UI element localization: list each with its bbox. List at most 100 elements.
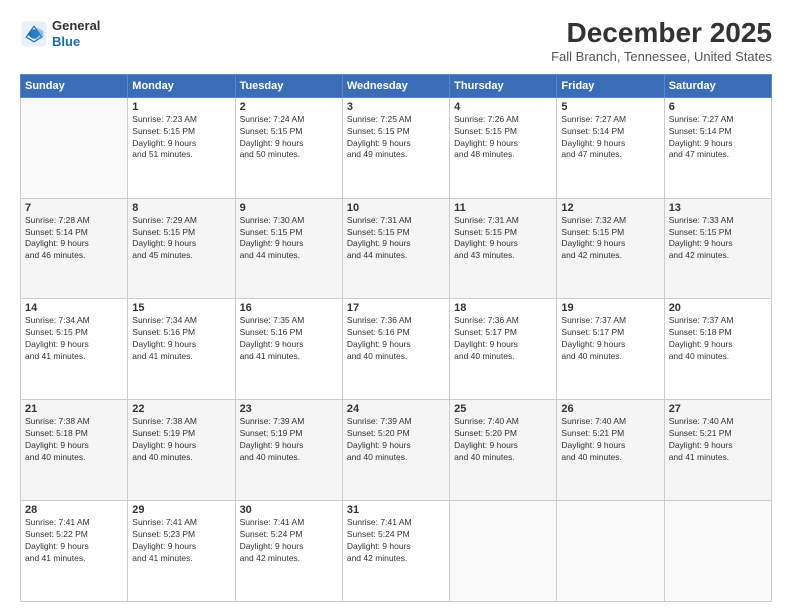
logo-blue: Blue	[52, 34, 100, 50]
day-number: 20	[669, 302, 767, 314]
day-number: 6	[669, 101, 767, 113]
day-info: Sunrise: 7:32 AMSunset: 5:15 PMDaylight:…	[561, 215, 659, 263]
calendar-header-row: SundayMondayTuesdayWednesdayThursdayFrid…	[21, 74, 772, 97]
calendar-cell: 22Sunrise: 7:38 AMSunset: 5:19 PMDayligh…	[128, 400, 235, 501]
day-info: Sunrise: 7:41 AMSunset: 5:22 PMDaylight:…	[25, 517, 123, 565]
day-number: 5	[561, 101, 659, 113]
day-info: Sunrise: 7:23 AMSunset: 5:15 PMDaylight:…	[132, 114, 230, 162]
day-number: 14	[25, 302, 123, 314]
day-number: 8	[132, 202, 230, 214]
day-number: 21	[25, 403, 123, 415]
calendar-cell	[557, 501, 664, 602]
calendar-cell: 9Sunrise: 7:30 AMSunset: 5:15 PMDaylight…	[235, 198, 342, 299]
day-header-monday: Monday	[128, 74, 235, 97]
day-header-thursday: Thursday	[450, 74, 557, 97]
calendar-cell: 6Sunrise: 7:27 AMSunset: 5:14 PMDaylight…	[664, 97, 771, 198]
day-number: 7	[25, 202, 123, 214]
calendar-cell: 23Sunrise: 7:39 AMSunset: 5:19 PMDayligh…	[235, 400, 342, 501]
calendar-cell: 11Sunrise: 7:31 AMSunset: 5:15 PMDayligh…	[450, 198, 557, 299]
day-number: 16	[240, 302, 338, 314]
day-info: Sunrise: 7:28 AMSunset: 5:14 PMDaylight:…	[25, 215, 123, 263]
day-number: 23	[240, 403, 338, 415]
day-info: Sunrise: 7:29 AMSunset: 5:15 PMDaylight:…	[132, 215, 230, 263]
day-info: Sunrise: 7:38 AMSunset: 5:18 PMDaylight:…	[25, 416, 123, 464]
calendar-week-3: 14Sunrise: 7:34 AMSunset: 5:15 PMDayligh…	[21, 299, 772, 400]
day-number: 31	[347, 504, 445, 516]
day-header-wednesday: Wednesday	[342, 74, 449, 97]
day-number: 11	[454, 202, 552, 214]
day-number: 18	[454, 302, 552, 314]
day-number: 12	[561, 202, 659, 214]
calendar-cell: 2Sunrise: 7:24 AMSunset: 5:15 PMDaylight…	[235, 97, 342, 198]
calendar-cell: 21Sunrise: 7:38 AMSunset: 5:18 PMDayligh…	[21, 400, 128, 501]
day-number: 29	[132, 504, 230, 516]
calendar-cell: 28Sunrise: 7:41 AMSunset: 5:22 PMDayligh…	[21, 501, 128, 602]
day-info: Sunrise: 7:36 AMSunset: 5:17 PMDaylight:…	[454, 315, 552, 363]
calendar-cell: 15Sunrise: 7:34 AMSunset: 5:16 PMDayligh…	[128, 299, 235, 400]
day-info: Sunrise: 7:33 AMSunset: 5:15 PMDaylight:…	[669, 215, 767, 263]
day-number: 1	[132, 101, 230, 113]
logo-text-block: General Blue	[52, 18, 100, 49]
calendar-cell: 16Sunrise: 7:35 AMSunset: 5:16 PMDayligh…	[235, 299, 342, 400]
calendar-cell	[664, 501, 771, 602]
day-number: 3	[347, 101, 445, 113]
subtitle: Fall Branch, Tennessee, United States	[551, 49, 772, 64]
calendar-week-1: 1Sunrise: 7:23 AMSunset: 5:15 PMDaylight…	[21, 97, 772, 198]
calendar-cell: 17Sunrise: 7:36 AMSunset: 5:16 PMDayligh…	[342, 299, 449, 400]
day-info: Sunrise: 7:40 AMSunset: 5:20 PMDaylight:…	[454, 416, 552, 464]
day-number: 2	[240, 101, 338, 113]
calendar-cell: 18Sunrise: 7:36 AMSunset: 5:17 PMDayligh…	[450, 299, 557, 400]
day-number: 27	[669, 403, 767, 415]
calendar-cell: 7Sunrise: 7:28 AMSunset: 5:14 PMDaylight…	[21, 198, 128, 299]
day-info: Sunrise: 7:27 AMSunset: 5:14 PMDaylight:…	[669, 114, 767, 162]
calendar-cell: 27Sunrise: 7:40 AMSunset: 5:21 PMDayligh…	[664, 400, 771, 501]
day-info: Sunrise: 7:41 AMSunset: 5:24 PMDaylight:…	[347, 517, 445, 565]
day-number: 13	[669, 202, 767, 214]
calendar-cell: 1Sunrise: 7:23 AMSunset: 5:15 PMDaylight…	[128, 97, 235, 198]
day-info: Sunrise: 7:41 AMSunset: 5:23 PMDaylight:…	[132, 517, 230, 565]
calendar-cell	[21, 97, 128, 198]
calendar-week-5: 28Sunrise: 7:41 AMSunset: 5:22 PMDayligh…	[21, 501, 772, 602]
day-number: 25	[454, 403, 552, 415]
day-number: 28	[25, 504, 123, 516]
day-header-saturday: Saturday	[664, 74, 771, 97]
day-number: 9	[240, 202, 338, 214]
day-number: 30	[240, 504, 338, 516]
title-block: December 2025 Fall Branch, Tennessee, Un…	[551, 18, 772, 64]
day-info: Sunrise: 7:37 AMSunset: 5:17 PMDaylight:…	[561, 315, 659, 363]
day-number: 19	[561, 302, 659, 314]
day-info: Sunrise: 7:30 AMSunset: 5:15 PMDaylight:…	[240, 215, 338, 263]
calendar-cell: 25Sunrise: 7:40 AMSunset: 5:20 PMDayligh…	[450, 400, 557, 501]
day-info: Sunrise: 7:40 AMSunset: 5:21 PMDaylight:…	[561, 416, 659, 464]
day-info: Sunrise: 7:31 AMSunset: 5:15 PMDaylight:…	[347, 215, 445, 263]
calendar-week-4: 21Sunrise: 7:38 AMSunset: 5:18 PMDayligh…	[21, 400, 772, 501]
calendar-cell: 30Sunrise: 7:41 AMSunset: 5:24 PMDayligh…	[235, 501, 342, 602]
day-header-tuesday: Tuesday	[235, 74, 342, 97]
day-info: Sunrise: 7:31 AMSunset: 5:15 PMDaylight:…	[454, 215, 552, 263]
day-info: Sunrise: 7:40 AMSunset: 5:21 PMDaylight:…	[669, 416, 767, 464]
day-number: 22	[132, 403, 230, 415]
header: General Blue December 2025 Fall Branch, …	[20, 18, 772, 64]
day-info: Sunrise: 7:39 AMSunset: 5:20 PMDaylight:…	[347, 416, 445, 464]
calendar-cell: 13Sunrise: 7:33 AMSunset: 5:15 PMDayligh…	[664, 198, 771, 299]
calendar-cell	[450, 501, 557, 602]
calendar-cell: 20Sunrise: 7:37 AMSunset: 5:18 PMDayligh…	[664, 299, 771, 400]
page: General Blue December 2025 Fall Branch, …	[0, 0, 792, 612]
day-info: Sunrise: 7:27 AMSunset: 5:14 PMDaylight:…	[561, 114, 659, 162]
day-header-sunday: Sunday	[21, 74, 128, 97]
calendar-cell: 31Sunrise: 7:41 AMSunset: 5:24 PMDayligh…	[342, 501, 449, 602]
day-info: Sunrise: 7:36 AMSunset: 5:16 PMDaylight:…	[347, 315, 445, 363]
calendar-cell: 5Sunrise: 7:27 AMSunset: 5:14 PMDaylight…	[557, 97, 664, 198]
logo-general: General	[52, 18, 100, 34]
day-number: 10	[347, 202, 445, 214]
main-title: December 2025	[551, 18, 772, 49]
calendar-cell: 29Sunrise: 7:41 AMSunset: 5:23 PMDayligh…	[128, 501, 235, 602]
day-header-friday: Friday	[557, 74, 664, 97]
calendar-cell: 26Sunrise: 7:40 AMSunset: 5:21 PMDayligh…	[557, 400, 664, 501]
day-info: Sunrise: 7:37 AMSunset: 5:18 PMDaylight:…	[669, 315, 767, 363]
day-number: 15	[132, 302, 230, 314]
day-info: Sunrise: 7:24 AMSunset: 5:15 PMDaylight:…	[240, 114, 338, 162]
calendar-cell: 14Sunrise: 7:34 AMSunset: 5:15 PMDayligh…	[21, 299, 128, 400]
calendar-table: SundayMondayTuesdayWednesdayThursdayFrid…	[20, 74, 772, 602]
day-info: Sunrise: 7:26 AMSunset: 5:15 PMDaylight:…	[454, 114, 552, 162]
